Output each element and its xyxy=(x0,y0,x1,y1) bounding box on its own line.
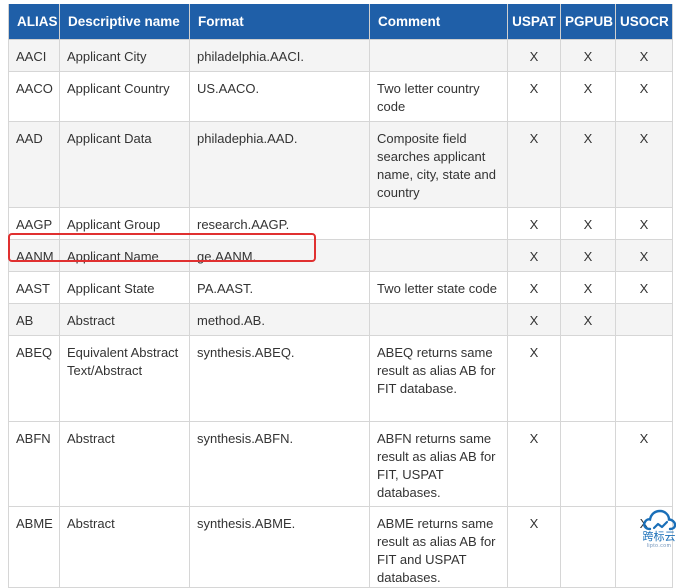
alias-table-container: ALIAS Descriptive name Format Comment US… xyxy=(8,4,673,588)
header-usocr: USOCR xyxy=(615,4,673,40)
cell-uspat: X xyxy=(507,121,561,208)
cell-comment xyxy=(369,303,508,336)
cell-format: PA.AAST. xyxy=(189,271,370,304)
cell-comment xyxy=(369,239,508,272)
cell-alias: AAD xyxy=(8,121,60,208)
cell-comment: ABFN returns same result as alias AB for… xyxy=(369,421,508,507)
cell-desc: Applicant Data xyxy=(59,121,190,208)
cell-usocr: X xyxy=(615,121,673,208)
cell-desc: Applicant Country xyxy=(59,71,190,122)
header-alias: ALIAS xyxy=(8,4,60,40)
cell-uspat: X xyxy=(507,71,561,122)
cell-alias: ABEQ xyxy=(8,335,60,422)
cell-usocr: X xyxy=(615,239,673,272)
cell-usocr: X xyxy=(615,271,673,304)
cell-usocr: X xyxy=(615,207,673,240)
cell-uspat: X xyxy=(507,39,561,72)
cell-pgpub: X xyxy=(560,121,616,208)
cell-format: US.AACO. xyxy=(189,71,370,122)
cell-format: synthesis.ABFN. xyxy=(189,421,370,507)
cell-desc: Equivalent Abstract Text/Abstract xyxy=(59,335,190,422)
cell-comment: Composite field searches applicant name,… xyxy=(369,121,508,208)
cell-usocr: X xyxy=(615,71,673,122)
cell-pgpub xyxy=(560,335,616,422)
cell-usocr: X xyxy=(615,39,673,72)
cell-comment xyxy=(369,39,508,72)
cell-pgpub xyxy=(560,421,616,507)
cell-desc: Abstract xyxy=(59,506,190,588)
highlight-box-aanm xyxy=(8,233,316,262)
header-descriptive-name: Descriptive name xyxy=(59,4,190,40)
cell-desc: Abstract xyxy=(59,303,190,336)
cell-comment xyxy=(369,207,508,240)
cell-usocr xyxy=(615,335,673,422)
header-pgpub: PGPUB xyxy=(560,4,616,40)
table-row: ABFN Abstract synthesis.ABFN. ABFN retur… xyxy=(8,421,673,507)
cell-format: method.AB. xyxy=(189,303,370,336)
cell-comment: ABEQ returns same result as alias AB for… xyxy=(369,335,508,422)
cell-desc: Applicant City xyxy=(59,39,190,72)
cell-format: philadelphia.AACI. xyxy=(189,39,370,72)
cloud-icon xyxy=(643,509,676,531)
cell-alias: AACI xyxy=(8,39,60,72)
cell-comment: ABME returns same result as alias AB for… xyxy=(369,506,508,588)
alias-table: ALIAS Descriptive name Format Comment US… xyxy=(8,4,673,588)
cell-uspat: X xyxy=(507,421,561,507)
cell-uspat: X xyxy=(507,303,561,336)
cell-comment: Two letter country code xyxy=(369,71,508,122)
table-row: AACI Applicant City philadelphia.AACI. X… xyxy=(8,39,673,72)
cell-pgpub: X xyxy=(560,271,616,304)
cell-pgpub: X xyxy=(560,239,616,272)
cell-pgpub xyxy=(560,506,616,588)
table-header-row: ALIAS Descriptive name Format Comment US… xyxy=(8,4,673,40)
watermark-sub: lipto.com xyxy=(646,543,672,549)
table-row: ABME Abstract synthesis.ABME. ABME retur… xyxy=(8,506,673,588)
header-uspat: USPAT xyxy=(507,4,561,40)
cell-alias: AACO xyxy=(8,71,60,122)
cell-pgpub: X xyxy=(560,39,616,72)
cell-format: philadephia.AAD. xyxy=(189,121,370,208)
cell-desc: Abstract xyxy=(59,421,190,507)
watermark-logo: 跨标云 lipto.com xyxy=(636,508,682,562)
header-comment: Comment xyxy=(369,4,508,40)
table-row: AB Abstract method.AB. X X xyxy=(8,303,673,336)
cell-comment: Two letter state code xyxy=(369,271,508,304)
cell-alias: ABFN xyxy=(8,421,60,507)
cell-pgpub: X xyxy=(560,303,616,336)
cell-pgpub: X xyxy=(560,71,616,122)
table-row: AAD Applicant Data philadephia.AAD. Comp… xyxy=(8,121,673,208)
cell-usocr: X xyxy=(615,421,673,507)
table-row: AAST Applicant State PA.AAST. Two letter… xyxy=(8,271,673,304)
cell-uspat: X xyxy=(507,335,561,422)
cell-pgpub: X xyxy=(560,207,616,240)
watermark-brand: 跨标云 xyxy=(642,530,676,543)
cell-uspat: X xyxy=(507,271,561,304)
cell-desc: Applicant State xyxy=(59,271,190,304)
cell-format: synthesis.ABEQ. xyxy=(189,335,370,422)
cell-alias: AAST xyxy=(8,271,60,304)
cell-uspat: X xyxy=(507,506,561,588)
cell-uspat: X xyxy=(507,207,561,240)
cell-alias: AB xyxy=(8,303,60,336)
header-format: Format xyxy=(189,4,370,40)
table-row: ABEQ Equivalent Abstract Text/Abstract s… xyxy=(8,335,673,422)
cell-usocr xyxy=(615,303,673,336)
table-row: AACO Applicant Country US.AACO. Two lett… xyxy=(8,71,673,122)
cell-format: synthesis.ABME. xyxy=(189,506,370,588)
cell-uspat: X xyxy=(507,239,561,272)
cell-alias: ABME xyxy=(8,506,60,588)
